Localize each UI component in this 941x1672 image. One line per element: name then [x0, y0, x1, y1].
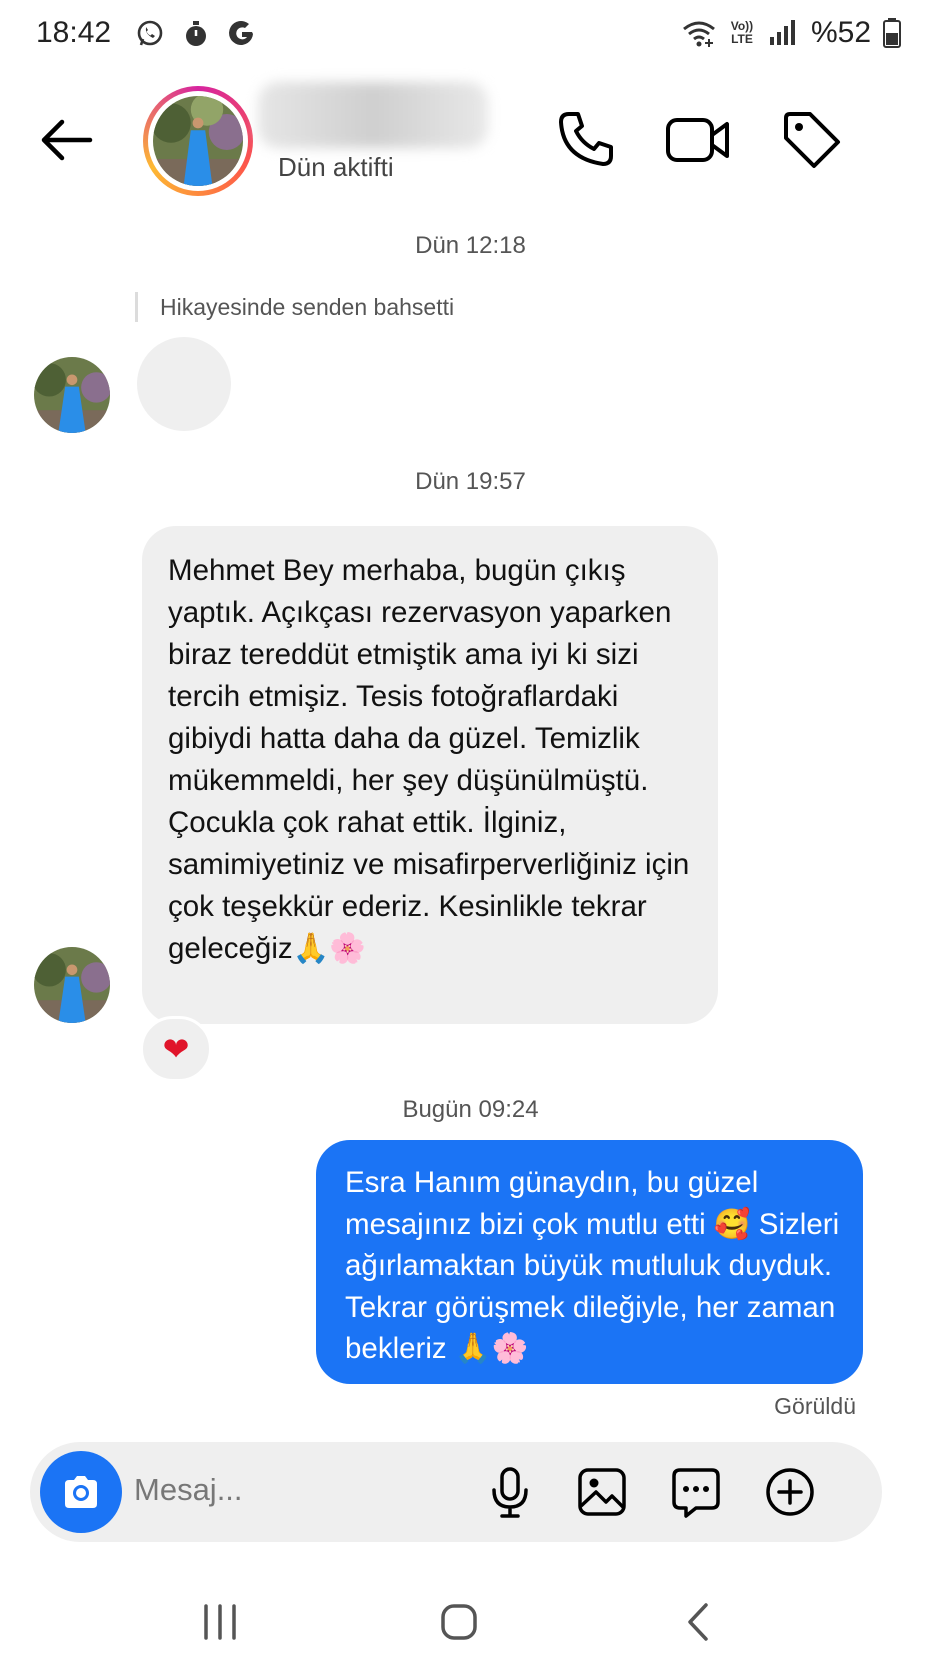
contact-avatar[interactable]	[143, 86, 253, 196]
whatsapp-icon	[137, 20, 163, 46]
camera-icon	[65, 1476, 97, 1508]
back-icon[interactable]	[670, 1592, 730, 1652]
sticker-icon[interactable]	[668, 1464, 724, 1520]
status-notification-icons	[134, 18, 258, 50]
volte-icon: Vo)) LTE	[730, 19, 754, 46]
timestamp: Dün 19:57	[415, 468, 526, 495]
outgoing-message-bubble[interactable]: Esra Hanım günaydın, bu güzel mesajınız …	[316, 1140, 863, 1384]
timestamp: Dün 12:18	[415, 232, 526, 259]
status-bar: 18:42 Vo)) LTE %52	[0, 0, 941, 70]
phone-icon[interactable]	[555, 108, 617, 170]
recent-apps-icon[interactable]	[190, 1592, 250, 1652]
contact-activity-status: Dün aktifti	[278, 152, 394, 182]
system-nav-bar	[0, 1570, 941, 1672]
tag-icon[interactable]	[780, 108, 842, 170]
home-icon[interactable]	[429, 1592, 489, 1652]
story-mention-thumbnail[interactable]	[137, 337, 231, 431]
battery-icon	[883, 18, 901, 48]
contact-name-blurred[interactable]	[258, 82, 488, 148]
timestamp: Bugün 09:24	[402, 1096, 539, 1123]
sender-avatar[interactable]	[34, 357, 110, 433]
story-mention-note: Hikayesinde senden bahsetti	[135, 292, 454, 322]
back-arrow-icon[interactable]	[36, 110, 96, 170]
signal-icon	[769, 20, 795, 45]
battery-percent: %52	[810, 16, 871, 49]
status-system-icons: Vo)) LTE %52	[681, 16, 901, 50]
avatar-photo	[151, 93, 245, 186]
wifi-icon	[683, 21, 715, 47]
heart-reaction[interactable]: ❤	[140, 1016, 212, 1082]
video-icon[interactable]	[664, 108, 732, 170]
chat-header: Dün aktifti	[0, 70, 941, 210]
microphone-icon[interactable]	[482, 1464, 538, 1520]
camera-button[interactable]	[40, 1451, 122, 1533]
incoming-message-bubble[interactable]: Mehmet Bey merhaba, bugün çıkış yaptık. …	[142, 526, 718, 1024]
seen-indicator: Görüldü	[774, 1393, 856, 1419]
gallery-icon[interactable]	[574, 1464, 630, 1520]
sender-avatar[interactable]	[34, 947, 110, 1023]
plus-icon[interactable]	[762, 1464, 818, 1520]
status-time: 18:42	[36, 16, 112, 49]
google-icon	[229, 20, 253, 45]
message-composer	[30, 1442, 882, 1542]
timer-icon	[186, 21, 206, 46]
message-input[interactable]	[134, 1472, 494, 1508]
